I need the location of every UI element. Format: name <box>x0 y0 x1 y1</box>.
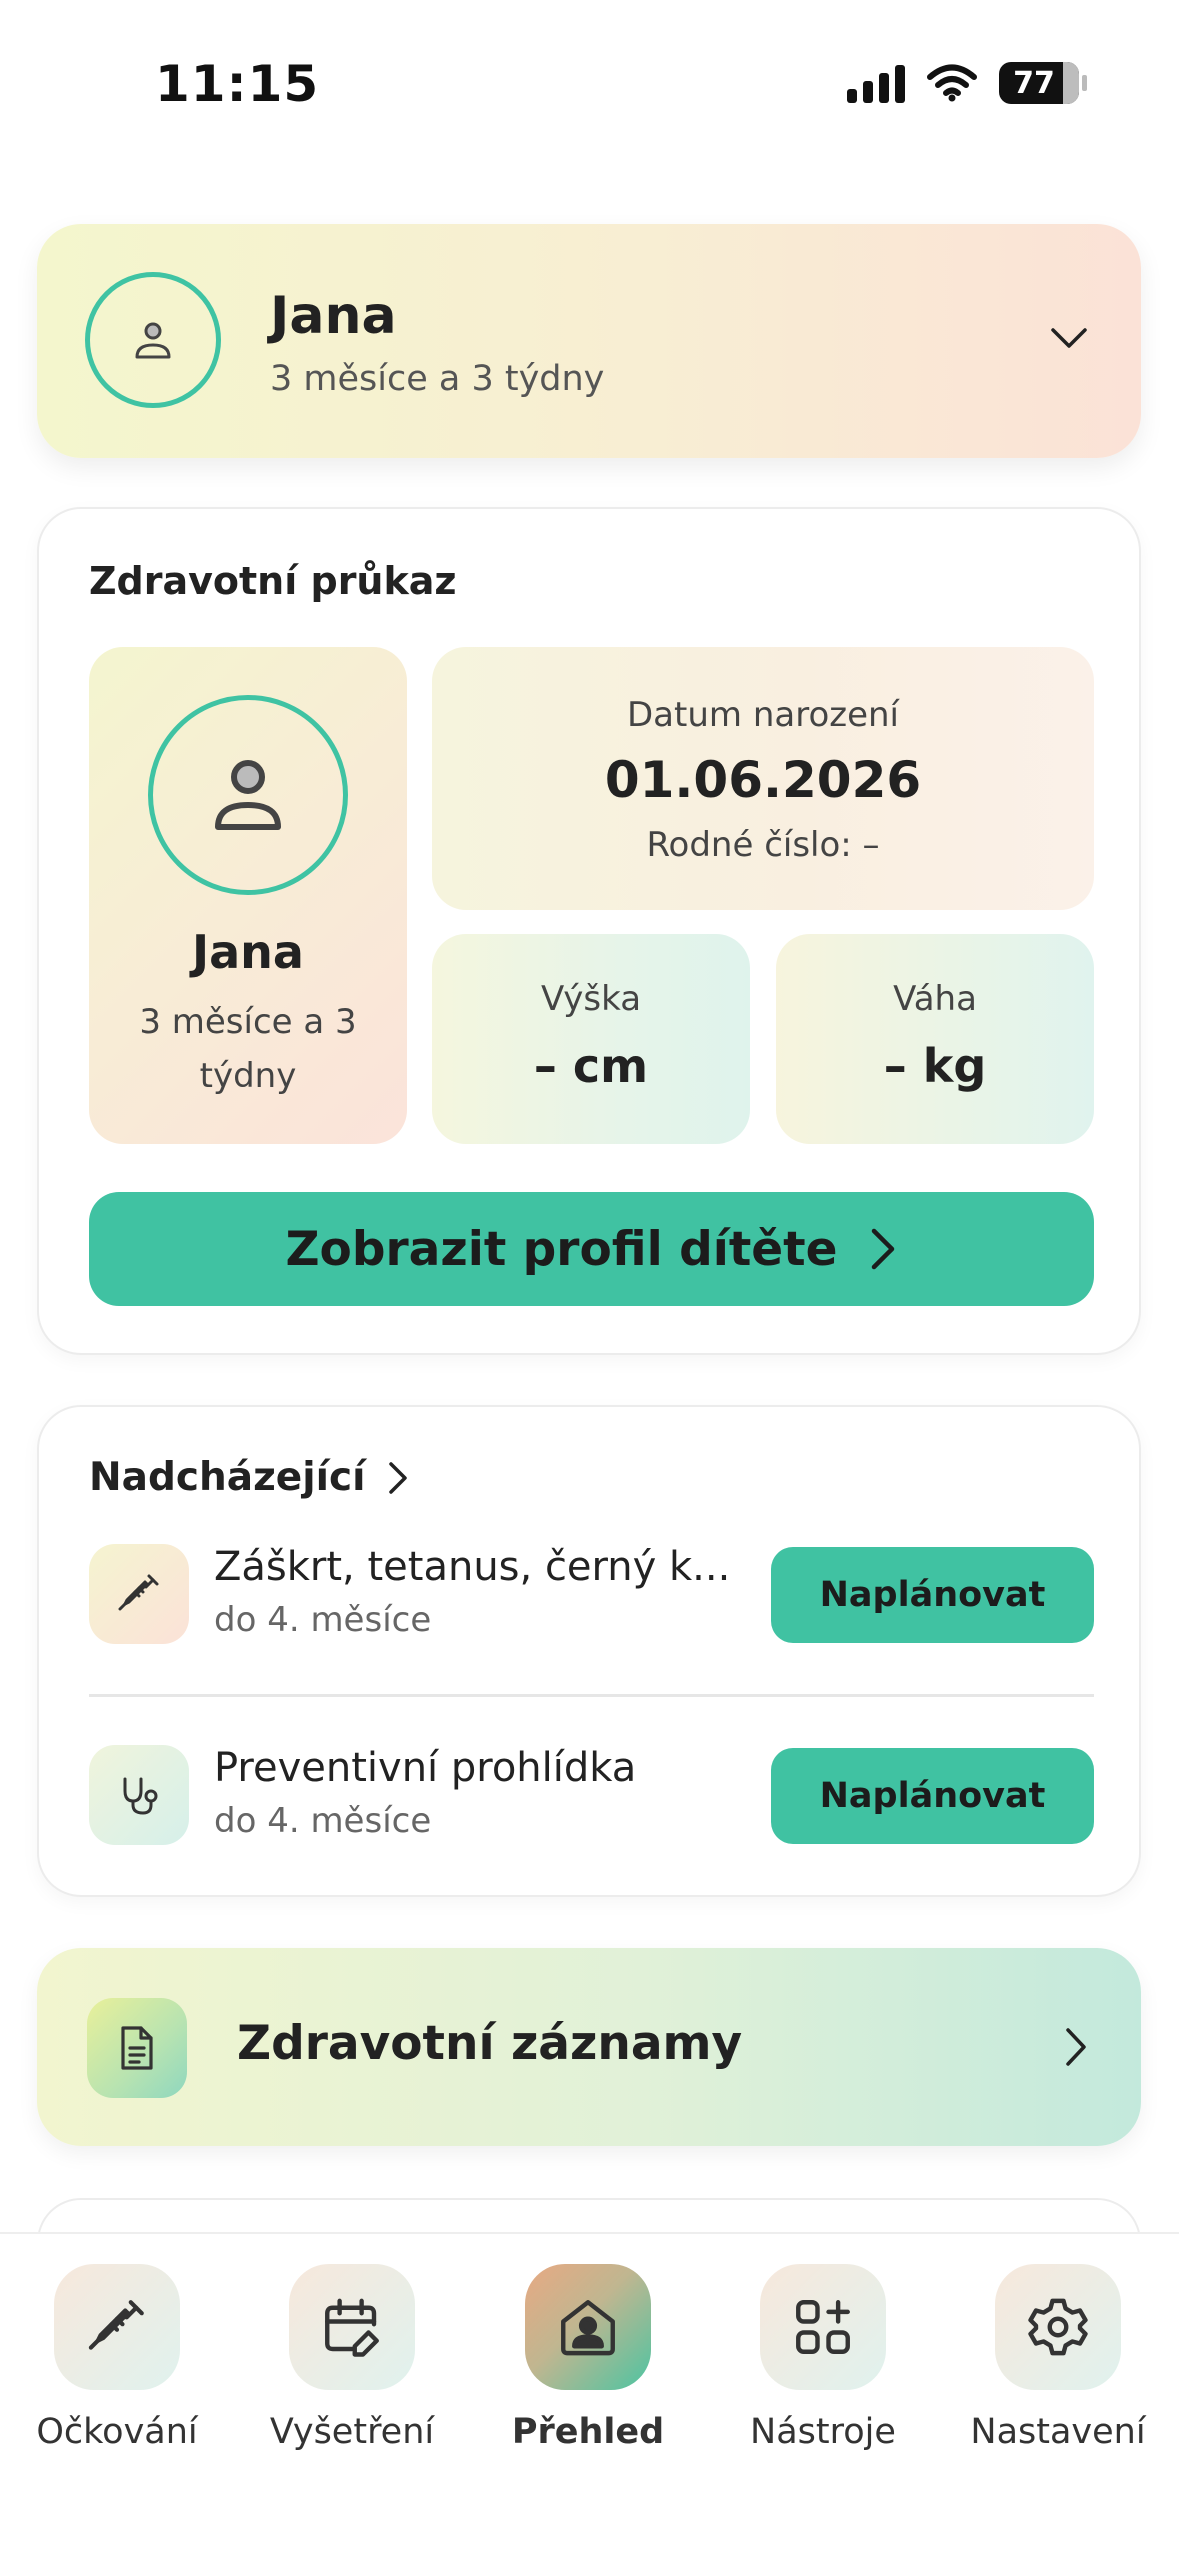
status-time: 11:15 <box>155 55 320 113</box>
list-item[interactable]: Preventivní prohlídka do 4. měsíce Naplá… <box>89 1745 1094 1845</box>
upcoming-title: Nadcházející <box>89 1455 366 1500</box>
tab-label: Očkování <box>36 2412 198 2452</box>
birth-date: 01.06.2026 <box>604 751 922 809</box>
chevron-right-icon <box>389 1461 408 1494</box>
tab-examinations[interactable]: Vyšetření <box>252 2249 452 2469</box>
person-icon <box>135 322 171 359</box>
view-child-profile-label: Zobrazit profil dítěte <box>285 1221 838 1277</box>
birth-date-label: Datum narození <box>627 695 899 735</box>
chevron-down-icon[interactable] <box>1049 318 1089 358</box>
health-records-card[interactable]: Zdravotní záznamy <box>37 1948 1141 2146</box>
status-icons: 77 <box>847 62 1087 104</box>
gear-icon <box>995 2264 1121 2390</box>
tab-bar: Očkování Vyšetření Přehled Nástroje Nast… <box>0 2232 1179 2556</box>
weight-value: – kg <box>883 1039 987 1093</box>
upcoming-card: Nadcházející Záškrt, tetanus, černý k...… <box>37 1405 1141 1897</box>
profile-summary: Jana 3 měsíce a 3 týdny <box>89 647 407 1144</box>
height-value: – cm <box>533 1039 649 1093</box>
status-bar: 11:15 77 <box>0 0 1179 170</box>
health-card: Zdravotní průkaz Jana 3 měsíce a 3 týdny… <box>37 507 1141 1355</box>
upcoming-link[interactable]: Nadcházející <box>89 1455 409 1500</box>
view-child-profile-button[interactable]: Zobrazit profil dítěte <box>89 1192 1094 1306</box>
list-item-title: Záškrt, tetanus, černý k... <box>214 1544 731 1590</box>
profile-name: Jana <box>192 925 304 979</box>
list-item-title: Preventivní prohlídka <box>214 1745 637 1791</box>
birth-info: Datum narození 01.06.2026 Rodné číslo: – <box>432 647 1094 910</box>
child-age: 3 měsíce a 3 týdny <box>270 359 605 399</box>
battery-level: 77 <box>1013 65 1055 101</box>
tab-settings[interactable]: Nastavení <box>958 2249 1158 2469</box>
birth-number: Rodné číslo: – <box>646 825 880 865</box>
tab-tools[interactable]: Nástroje <box>723 2249 923 2469</box>
person-icon <box>215 760 281 830</box>
syringe-icon <box>54 2264 180 2390</box>
chevron-right-icon <box>1066 2028 1086 2066</box>
health-records-title: Zdravotní záznamy <box>237 2016 743 2071</box>
child-name: Jana <box>270 286 397 346</box>
calendar-edit-icon <box>289 2264 415 2390</box>
schedule-button[interactable]: Naplánovat <box>771 1748 1094 1844</box>
weight-label: Váha <box>893 979 977 1019</box>
battery-icon: 77 <box>999 62 1087 104</box>
syringe-icon <box>89 1544 189 1644</box>
list-item[interactable]: Záškrt, tetanus, černý k... do 4. měsíce… <box>89 1544 1094 1644</box>
tab-label: Vyšetření <box>269 2412 435 2452</box>
stethoscope-icon <box>89 1745 189 1845</box>
weight-tile: Váha – kg <box>776 934 1094 1144</box>
tab-vaccination[interactable]: Očkování <box>17 2249 217 2469</box>
home-profile-icon <box>525 2264 651 2390</box>
health-card-title: Zdravotní průkaz <box>89 559 457 603</box>
list-item-due: do 4. měsíce <box>214 1801 432 1841</box>
signal-icon <box>847 63 905 103</box>
wifi-icon <box>927 64 977 102</box>
tools-grid-icon <box>760 2264 886 2390</box>
divider <box>89 1694 1094 1697</box>
list-item-due: do 4. měsíce <box>214 1600 432 1640</box>
tab-label: Nástroje <box>750 2412 896 2452</box>
height-tile: Výška – cm <box>432 934 750 1144</box>
tab-label: Přehled <box>511 2412 665 2452</box>
child-selector[interactable]: Jana 3 měsíce a 3 týdny <box>37 224 1141 458</box>
profile-age: 3 měsíce a 3 týdny <box>139 1002 357 1096</box>
avatar <box>85 272 221 408</box>
tab-overview[interactable]: Přehled <box>488 2249 688 2469</box>
chevron-right-icon <box>871 1228 894 1270</box>
schedule-button[interactable]: Naplánovat <box>771 1547 1094 1643</box>
document-icon <box>87 1998 187 2098</box>
avatar <box>148 695 348 895</box>
height-label: Výška <box>540 979 642 1019</box>
tab-label: Nastavení <box>970 2412 1146 2452</box>
